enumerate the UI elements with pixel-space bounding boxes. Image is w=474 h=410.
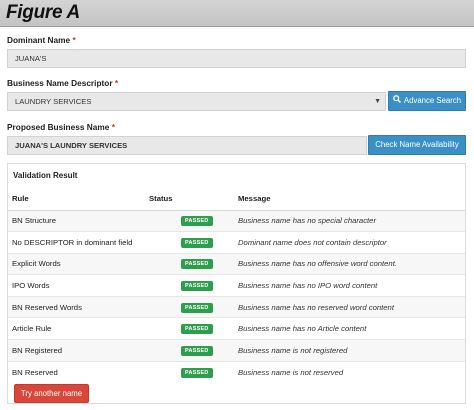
check-availability-label: Check Name Availability	[375, 140, 459, 149]
rule-cell: IPO Words	[8, 274, 145, 297]
status-badge: PASSED	[181, 281, 213, 292]
try-another-name-label: Try another name	[20, 389, 83, 398]
required-mark: *	[111, 122, 115, 132]
status-badge: PASSED	[181, 324, 213, 335]
status-badge: PASSED	[181, 237, 213, 248]
required-mark: *	[72, 35, 76, 45]
column-header-message: Message	[234, 188, 465, 211]
status-badge: PASSED	[181, 216, 213, 227]
required-mark: *	[114, 78, 119, 88]
table-row: No DESCRIPTOR in dominant field PASSED D…	[8, 231, 465, 254]
table-row: BN Structure PASSED Business name has no…	[8, 209, 465, 232]
dominant-name-value: JUANA'S	[15, 54, 47, 63]
rule-cell: BN Registered	[8, 339, 145, 362]
rule-cell: BN Reserved	[8, 360, 145, 383]
proposed-name-label: Proposed Business Name *	[7, 122, 115, 132]
message-cell: Dominant name does not contain descripto…	[234, 231, 465, 254]
rule-cell: Article Rule	[8, 317, 145, 340]
proposed-name-value: JUANA'S LAUNDRY SERVICES	[15, 141, 128, 150]
message-cell: Business name is not reserved	[234, 360, 465, 383]
status-badge: PASSED	[181, 345, 213, 356]
table-row: BN Registered PASSED Business name is no…	[8, 339, 465, 362]
rule-cell: No DESCRIPTOR in dominant field	[8, 231, 145, 254]
message-cell: Business name is not registered	[234, 339, 465, 362]
table-row: BN Reserved Words PASSED Business name h…	[8, 295, 465, 318]
table-header-row: Rule Status Message	[8, 188, 465, 211]
message-cell: Business name has no IPO word content	[234, 274, 465, 297]
advance-search-button[interactable]: Advance Search	[388, 91, 466, 111]
message-cell: Business name has no reserved word conte…	[234, 295, 465, 318]
status-badge: PASSED	[181, 367, 213, 378]
proposed-name-input[interactable]: JUANA'S LAUNDRY SERVICES	[7, 136, 367, 155]
rule-cell: BN Structure	[8, 209, 145, 232]
rule-cell: Explicit Words	[8, 252, 145, 275]
descriptor-value: LAUNDRY SERVICES	[15, 97, 92, 106]
validation-table: Rule Status Message BN Structure PASSED …	[8, 188, 465, 383]
dominant-name-input[interactable]: JUANA'S	[7, 49, 466, 68]
dominant-name-label: Dominant Name *	[7, 35, 76, 45]
column-header-status: Status	[145, 188, 234, 211]
message-cell: Business name has no special character	[234, 209, 465, 232]
table-row: BN Reserved PASSED Business name is not …	[8, 360, 465, 383]
chevron-down-icon: ▼	[374, 98, 381, 105]
table-row: Explicit Words PASSED Business name has …	[8, 252, 465, 275]
validation-panel: Validation Result Rule Status Message BN…	[7, 163, 466, 404]
check-availability-button[interactable]: Check Name Availability	[368, 135, 466, 155]
status-badge: PASSED	[181, 302, 213, 313]
search-icon	[393, 92, 401, 110]
table-row: Article Rule PASSED Business name has no…	[8, 317, 465, 340]
status-badge: PASSED	[181, 259, 213, 270]
table-row: IPO Words PASSED Business name has no IP…	[8, 274, 465, 297]
try-another-name-button[interactable]: Try another name	[14, 384, 89, 403]
message-cell: Business name has no Article content	[234, 317, 465, 340]
rule-cell: BN Reserved Words	[8, 295, 145, 318]
column-header-rule: Rule	[8, 188, 145, 211]
advance-search-label: Advance Search	[403, 96, 462, 106]
validation-title: Validation Result	[13, 171, 78, 180]
message-cell: Business name has no offensive word cont…	[234, 252, 465, 275]
descriptor-select[interactable]: LAUNDRY SERVICES ▼	[7, 92, 386, 111]
descriptor-label: Business Name Descriptor *	[7, 78, 119, 88]
page-header: Figure A	[0, 0, 474, 27]
page-title: Figure A	[6, 2, 80, 23]
